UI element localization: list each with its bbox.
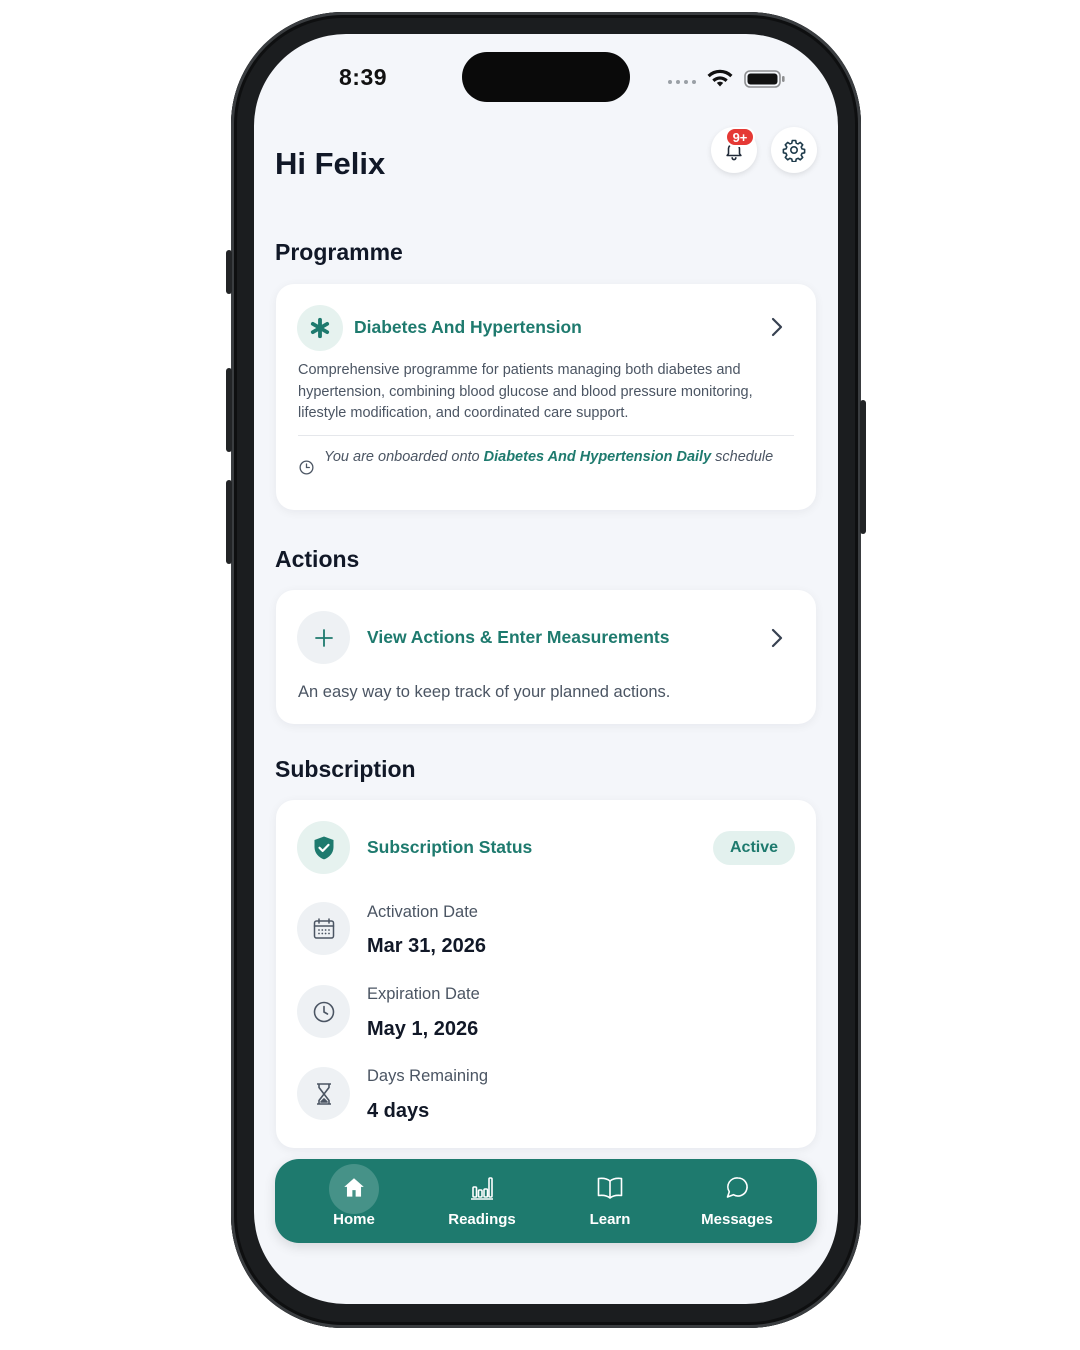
status-badge: Active [713,831,795,865]
hourglass-icon [316,1082,331,1105]
shield-icon-circle [297,821,350,874]
shield-check-icon [314,836,333,859]
clock-icon [299,460,314,475]
expiration-date-label: Expiration Date [367,985,480,1003]
activation-date-label: Activation Date [367,903,478,921]
tab-learn[interactable]: Learn [550,1159,670,1243]
programme-section-title: Programme [275,239,403,265]
programme-divider [298,435,794,436]
bar-chart-icon [471,1177,493,1200]
add-icon-circle [297,611,350,664]
plus-icon [314,628,333,647]
volume-down-button [226,480,232,564]
status-time: 8:39 [339,64,388,90]
home-icon [344,1178,364,1197]
actions-description: An easy way to keep track of your planne… [298,683,671,701]
book-icon [597,1177,623,1199]
tab-home[interactable]: Home [294,1159,414,1243]
volume-up-button [226,368,232,452]
subscription-section-title: Subscription [275,756,416,782]
chat-bubble-icon [726,1177,748,1198]
wifi-icon [707,69,733,87]
subscription-status-label: Subscription Status [367,837,533,857]
programme-icon-circle [297,305,343,351]
programme-description: Comprehensive programme for patients man… [298,362,753,421]
signal-icon [668,80,696,84]
programme-card[interactable]: Diabetes And Hypertension Comprehensive … [276,284,816,510]
settings-button[interactable] [771,127,817,173]
calendar-icon-circle [297,902,350,955]
tab-messages[interactable]: Messages [677,1159,797,1243]
subscription-card: Subscription Status Active Activation Da… [276,800,816,1148]
onboard-prefix: You are onboarded onto [324,449,480,465]
onboard-schedule: Diabetes And Hypertension Daily [483,449,712,465]
chevron-right-icon [771,317,783,337]
bottom-tab-bar: Home Readings Learn Messages [275,1159,817,1243]
onboarding-note: You are onboarded onto Diabetes And Hype… [324,447,774,469]
action-button [226,250,232,294]
clock-icon [313,1001,334,1022]
power-button [860,400,866,534]
greeting-title: Hi Felix [275,146,386,181]
tab-messages-label: Messages [701,1211,773,1228]
activation-date-value: Mar 31, 2026 [367,935,486,957]
days-remaining-label: Days Remaining [367,1067,489,1085]
expiration-date-value: May 1, 2026 [367,1018,479,1040]
onboard-suffix: schedule [715,449,774,465]
gear-icon [782,139,806,162]
hourglass-icon-circle [297,1067,350,1120]
tab-readings-label: Readings [448,1211,516,1228]
app-screen: 8:39 Hi Felix 9+ Programme Diabetes And … [254,34,838,1304]
tab-readings[interactable]: Readings [422,1159,542,1243]
tab-learn-label: Learn [589,1211,631,1228]
battery-icon [744,70,785,88]
calendar-icon [313,917,334,939]
notification-badge: 9+ [725,127,755,147]
actions-section-title: Actions [275,546,360,572]
actions-card[interactable]: View Actions & Enter Measurements An eas… [276,590,816,724]
programme-name: Diabetes And Hypertension [354,317,582,337]
actions-title: View Actions & Enter Measurements [367,627,670,647]
chevron-right-icon [771,628,783,648]
days-remaining-value: 4 days [367,1100,430,1122]
clock-icon-circle [297,985,350,1038]
dynamic-island [462,52,630,102]
medical-asterisk-icon [310,317,330,339]
tab-home-label: Home [333,1211,375,1228]
